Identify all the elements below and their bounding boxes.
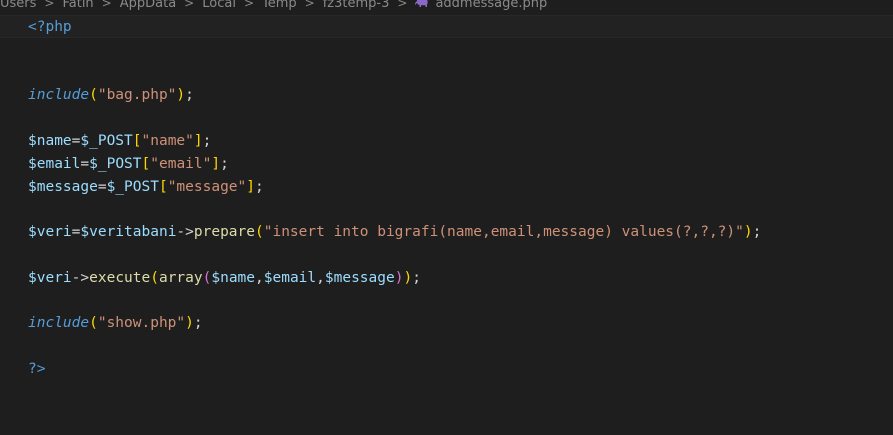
code-token-br1: (: [89, 315, 98, 332]
code-token-tag: <?php: [28, 19, 72, 35]
code-token-br1: ): [403, 269, 413, 286]
code-token-op: ->: [176, 224, 194, 241]
code-area[interactable]: <?php​​include("bag.php");​$name=$_POST[…: [28, 16, 761, 381]
code-token-op: ;: [412, 269, 421, 286]
code-token-tag: ?>: [28, 360, 46, 377]
code-editor[interactable]: Users > Fatih > AppData > Local > Temp > fz3temp-3…: [0, 0, 893, 435]
breadcrumb-item[interactable]: Local: [202, 0, 236, 11]
code-token-kw: include: [28, 87, 90, 104]
code-token-op: ;: [193, 315, 203, 332]
code-token-var: $name: [28, 132, 72, 149]
code-token-br1: ]: [211, 155, 221, 172]
breadcrumb-separator: >: [397, 0, 408, 10]
code-token-br1: ): [176, 87, 186, 104]
code-token-str: "message": [167, 178, 247, 195]
code-token-var: $email: [263, 269, 317, 286]
code-line[interactable]: $email=$_POST["email"];: [28, 153, 761, 176]
code-line[interactable]: ​: [28, 107, 761, 130]
breadcrumb-separator: >: [304, 0, 315, 10]
breadcrumb-item[interactable]: Users: [0, 0, 36, 11]
breadcrumb-separator: >: [101, 0, 112, 10]
breadcrumb-item[interactable]: Fatih: [62, 0, 93, 11]
code-token-br1: [: [141, 155, 151, 172]
code-token-var: $email: [28, 155, 81, 172]
code-token-var: $veritabani: [80, 224, 177, 241]
code-line[interactable]: $veri=$veritabani->prepare("insert into …: [28, 221, 761, 244]
code-token-br1: ]: [246, 178, 256, 195]
code-token-kw: include: [28, 315, 90, 332]
code-line[interactable]: ?>: [28, 358, 761, 381]
code-token-br1: ): [743, 224, 753, 241]
breadcrumb-separator: >: [243, 0, 254, 10]
code-token-var: $_POST: [106, 178, 159, 195]
breadcrumb-separator: >: [184, 0, 195, 10]
breadcrumb-file[interactable]: addmessage.php: [415, 0, 547, 11]
code-line[interactable]: ​: [28, 39, 761, 62]
code-token-var: $name: [211, 269, 256, 286]
code-token-var: $_POST: [89, 155, 142, 172]
code-token-var: $veri: [28, 224, 72, 241]
code-token-br1: [: [132, 132, 142, 149]
code-line[interactable]: ​: [28, 244, 761, 267]
code-token-str: "bag.php": [97, 87, 177, 104]
breadcrumb-label: Fatih: [62, 0, 94, 11]
code-token-fn: execute: [89, 269, 151, 286]
code-token-op: ;: [202, 132, 212, 149]
code-token-op: ,: [316, 269, 325, 286]
code-token-op: ,: [255, 269, 264, 286]
code-token-var: $_POST: [80, 132, 133, 149]
code-line[interactable]: include("bag.php");: [28, 84, 761, 107]
code-token-br1: ]: [193, 132, 203, 149]
breadcrumb-separator: >: [44, 0, 55, 10]
code-token-br1: (: [89, 87, 98, 104]
breadcrumb: Users > Fatih > AppData > Local > Temp > fz3temp-3…: [0, 0, 547, 13]
code-token-str: "insert into bigrafi(name,email,message)…: [263, 224, 744, 241]
code-token-br1: [: [158, 178, 168, 195]
code-token-var: $message: [28, 178, 98, 195]
breadcrumb-label: Users: [0, 0, 37, 11]
code-token-br1: (: [255, 224, 264, 241]
code-token-fn: prepare: [193, 224, 255, 241]
breadcrumb-label: AppData: [119, 0, 177, 11]
breadcrumb-item[interactable]: Temp: [262, 0, 297, 11]
code-token-var: $veri: [28, 269, 72, 286]
code-line[interactable]: $message=$_POST["message"];: [28, 176, 761, 199]
code-token-br1: (: [150, 269, 159, 286]
php-elephant-icon: [415, 0, 429, 7]
code-line[interactable]: ​: [28, 198, 761, 221]
code-token-op: ;: [185, 87, 194, 104]
code-token-op: =: [97, 178, 107, 195]
code-line[interactable]: ​: [28, 290, 761, 313]
code-token-op: ;: [220, 155, 229, 172]
code-token-var: $message: [324, 269, 395, 286]
code-token-str: "show.php": [97, 315, 186, 332]
code-line[interactable]: ​: [28, 335, 761, 358]
code-token-op: ;: [752, 224, 762, 241]
breadcrumb-label: Temp: [262, 0, 297, 11]
breadcrumb-item[interactable]: AppData: [120, 0, 176, 11]
code-token-op: ->: [71, 269, 90, 286]
breadcrumb-label: addmessage.php: [435, 0, 548, 11]
code-line[interactable]: $veri->execute(array($name,$email,$messa…: [28, 267, 761, 290]
code-token-br1: ): [185, 315, 194, 332]
code-token-fn: array: [158, 269, 203, 286]
code-line[interactable]: ​: [28, 62, 761, 85]
code-token-str: "name": [141, 132, 194, 149]
code-token-op: =: [80, 155, 90, 172]
code-line[interactable]: <?php: [28, 16, 761, 39]
code-line[interactable]: include("show.php");: [28, 312, 761, 335]
breadcrumb-label: fz3temp-3: [322, 0, 390, 11]
breadcrumb-label: Local: [202, 0, 236, 11]
code-line[interactable]: $name=$_POST["name"];: [28, 130, 761, 153]
breadcrumb-item[interactable]: fz3temp-3: [323, 0, 390, 11]
code-token-str: "email": [150, 155, 212, 172]
code-token-op: ;: [255, 178, 264, 195]
